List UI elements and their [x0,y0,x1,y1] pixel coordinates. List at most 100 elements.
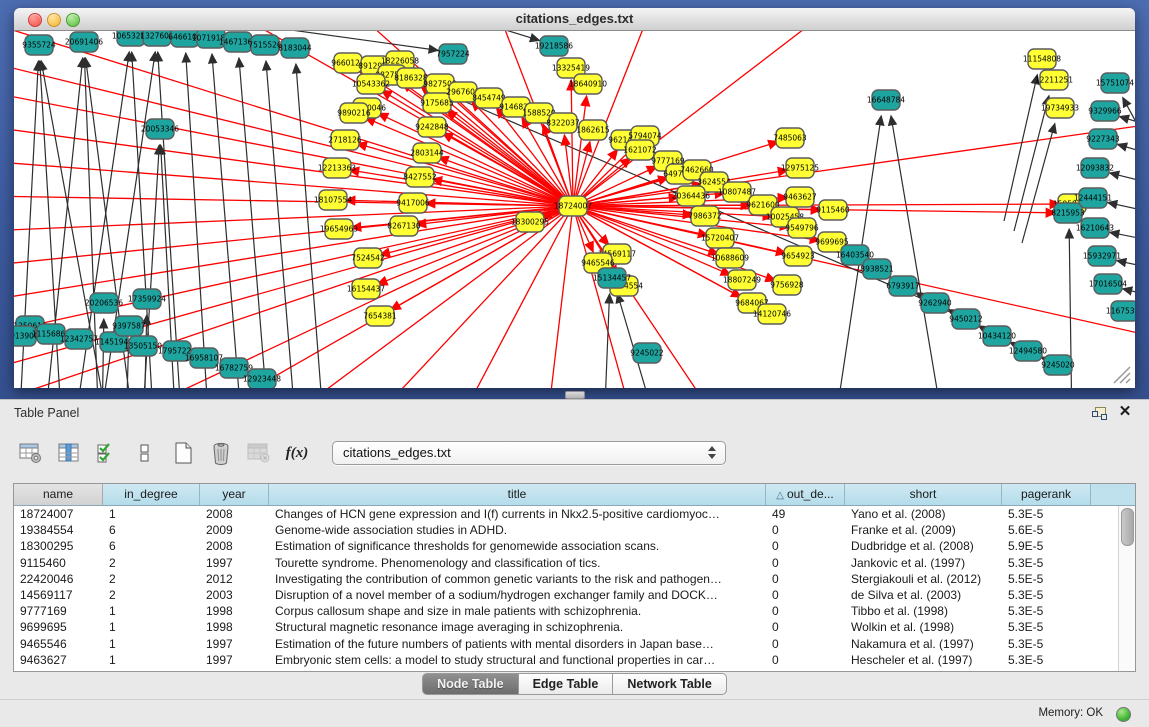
graph-node[interactable]: 9262940 [918,293,952,313]
graph-node[interactable]: 20364436 [672,186,710,206]
close-panel-icon[interactable]: ✕ [1117,404,1133,420]
graph-node[interactable]: 9115460 [816,200,850,220]
graph-node[interactable]: 9756928 [770,275,804,295]
graph-node[interactable]: 12213363 [318,158,356,178]
graph-node[interactable]: 16154437 [347,279,385,299]
graph-node[interactable]: 20206536 [85,293,123,313]
graph-node[interactable]: 1862615 [576,120,610,140]
graph-node[interactable]: 15751074 [1096,73,1134,93]
table-row[interactable]: 1872400712008Changes of HCN gene express… [14,506,1119,522]
graph-node[interactable]: 8183044 [278,38,312,58]
table-row[interactable]: 969969511998Structural magnetic resonanc… [14,619,1119,635]
graph-node[interactable]: 9227343 [1086,129,1120,149]
graph-node[interactable]: 9242848 [415,117,449,137]
graph-node[interactable]: 9329966 [1088,101,1122,121]
table-row[interactable]: 946554611997Estimation of the future num… [14,636,1119,652]
tab-network-table[interactable]: Network Table [613,673,727,695]
table-row[interactable]: 2242004622012Investigating the contribut… [14,571,1119,587]
graph-node[interactable]: 19654963 [320,219,358,239]
table-selector[interactable]: citations_edges.txt [332,441,726,465]
graph-node[interactable]: 7515526 [248,35,282,55]
graph-node[interactable]: 10688609 [711,248,749,268]
graph-node[interactable]: 11675310 [1106,301,1135,321]
graph-node[interactable]: 10434120 [978,326,1016,346]
graph-node[interactable]: 18300295 [511,212,549,232]
vertical-scrollbar[interactable] [1118,506,1135,671]
graph-node[interactable]: 7957224 [436,44,470,64]
network-window[interactable]: citations_edges.txt 96601248912954182260… [14,8,1135,388]
column-header-pagerank[interactable]: pagerank [1002,484,1091,505]
network-canvas[interactable]: 9660124891295418226058982750910543362818… [14,31,1135,388]
graph-node[interactable]: 9397587 [112,316,146,336]
graph-node[interactable]: 9890216 [337,103,371,123]
tab-edge-table[interactable]: Edge Table [519,673,614,695]
graph-node[interactable]: 12342757 [60,329,98,349]
split-pane-handle[interactable] [565,391,585,399]
table-row[interactable]: 1938455462009Genome-wide association stu… [14,522,1119,538]
column-header-name[interactable]: name [14,484,103,505]
table-row[interactable]: 911546021997Tourette syndrome. Phenomeno… [14,555,1119,571]
graph-node[interactable]: 18640910 [569,74,607,94]
graph-node[interactable]: 19734933 [1041,98,1079,118]
graph-node[interactable]: 12923448 [243,369,281,388]
graph-node[interactable]: 7654381 [363,306,397,326]
unselect-all-columns-button[interactable] [128,436,162,470]
graph-node[interactable]: 9245020 [1041,355,1075,375]
resize-grip-icon[interactable] [1110,363,1132,385]
graph-node[interactable]: 11154808 [1023,49,1061,69]
graph-node[interactable]: 2718126 [328,130,362,150]
column-header-title[interactable]: title [269,484,766,505]
column-header-year[interactable]: year [200,484,269,505]
graph-node[interactable]: 10543362 [352,74,390,94]
graph-node[interactable]: 9245022 [630,343,664,363]
graph-node[interactable]: 8427552 [403,167,437,187]
graph-node[interactable]: 18724007 [554,196,592,216]
graph-node[interactable]: 9355724 [22,35,56,55]
graph-node[interactable]: 20053346 [141,119,179,139]
table-options-button[interactable] [14,436,48,470]
graph-node[interactable]: 9549796 [785,218,819,238]
column-header-out_de[interactable]: △out_de... [766,484,845,505]
graph-node[interactable]: 14120746 [753,304,791,324]
column-header-in_degree[interactable]: in_degree [103,484,200,505]
graph-node[interactable]: 7986372 [688,206,722,226]
graph-node[interactable]: 8215953 [1051,203,1085,223]
graph-node[interactable]: 8322037 [546,113,580,133]
graph-node[interactable]: 9654923 [781,246,815,266]
graph-node[interactable]: 12975125 [781,158,819,178]
graph-node[interactable]: 8267130 [387,216,421,236]
graph-node[interactable]: 9417006 [396,193,430,213]
create-column-button[interactable] [166,436,200,470]
graph-node[interactable]: 17016504 [1089,274,1127,294]
table-row[interactable]: 1830029562008Estimation of significance … [14,538,1119,554]
graph-node[interactable]: 17359924 [128,289,166,309]
graph-node[interactable]: 19218586 [535,36,573,56]
column-header-short[interactable]: short [845,484,1002,505]
window-titlebar[interactable]: citations_edges.txt [14,8,1135,31]
graph-node[interactable]: 7485063 [773,128,807,148]
tab-node-table[interactable]: Node Table [422,673,518,695]
table-row[interactable]: 1456911722003Disruption of a novel membe… [14,587,1119,603]
select-all-columns-button[interactable] [90,436,124,470]
scrollbar-thumb[interactable] [1121,508,1134,546]
graph-node[interactable]: 9450212 [949,309,983,329]
show-columns-button[interactable] [52,436,86,470]
graph-node[interactable]: 12211251 [1035,70,1073,90]
delete-column-button[interactable] [204,436,238,470]
graph-node[interactable]: 12093832 [1076,158,1114,178]
graph-node[interactable]: 8938521 [860,259,894,279]
graph-node[interactable]: 7524542 [351,248,385,268]
float-panel-icon[interactable] [1092,407,1105,419]
graph-node[interactable]: 16648784 [867,90,905,110]
table-row[interactable]: 946362711997Embryonic stem cells: a mode… [14,652,1119,668]
graph-node[interactable]: 18807249 [723,270,761,290]
graph-node[interactable]: 18107554 [314,190,352,210]
graph-node[interactable]: 2803144 [410,143,444,163]
graph-node[interactable]: 20691406 [65,32,103,52]
table-row[interactable]: 977716911998Corpus callosum shape and si… [14,603,1119,619]
function-builder-button[interactable]: f(x) [280,436,314,470]
graph-node[interactable]: 15932971 [1083,246,1121,266]
graph-node[interactable]: 13505150 [124,336,162,356]
graph-node[interactable]: 16210643 [1076,218,1114,238]
graph-node[interactable]: 6793917 [886,276,920,296]
